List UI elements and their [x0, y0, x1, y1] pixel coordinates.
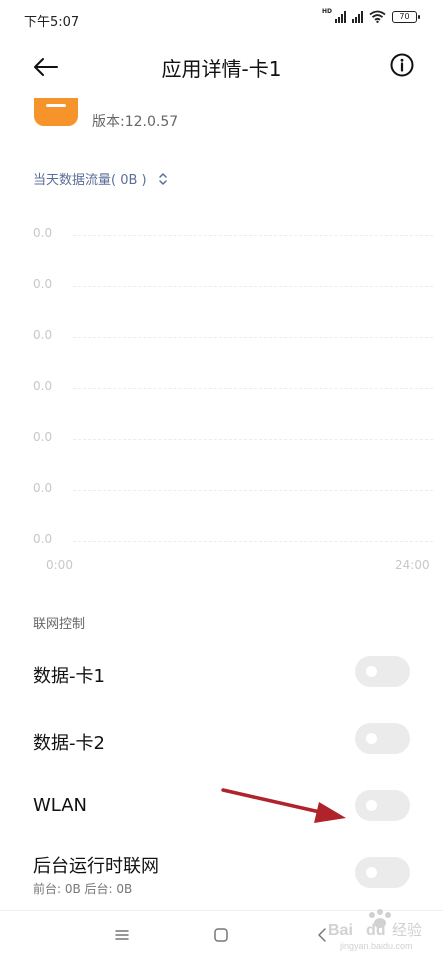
y-tick-label: 0.0: [33, 532, 53, 546]
row-label-data-sim2: 数据-卡2: [33, 733, 105, 754]
grid-line: [73, 388, 433, 389]
y-tick-label: 0.0: [33, 430, 53, 444]
svg-text:jingyan.baidu.com: jingyan.baidu.com: [339, 941, 413, 951]
wifi-icon: [369, 10, 386, 23]
signal-icon-2: [352, 10, 363, 23]
y-tick-label: 0.0: [33, 226, 53, 240]
usage-selector[interactable]: 当天数据流量( 0B ): [33, 169, 169, 188]
status-bar: 下午5:07 HD 70: [0, 0, 443, 40]
signal-icon-1: [335, 10, 346, 23]
chart-grid-row: 0.0: [33, 430, 433, 450]
toggle-data-sim1[interactable]: [355, 656, 410, 687]
hd-badge: HD: [321, 8, 332, 15]
grid-line: [73, 235, 433, 236]
row-background-network: 后台运行时联网 前台: 0B 后台: 0B: [0, 842, 443, 902]
chart-grid-row: 0.0: [33, 226, 433, 246]
app-version: 版本:12.0.57: [92, 114, 179, 130]
chart-grid-row: 0.0: [33, 328, 433, 348]
chart-grid-row: 0.0: [33, 481, 433, 501]
svg-text:经验: 经验: [392, 921, 422, 939]
section-title-network: 联网控制: [33, 617, 86, 632]
row-label-wlan: WLAN: [33, 795, 88, 816]
toggle-data-sim2[interactable]: [355, 723, 410, 754]
info-icon[interactable]: [389, 52, 415, 78]
x-tick-label: 0:00: [46, 558, 73, 572]
toggle-wlan[interactable]: [355, 790, 410, 821]
grid-line: [73, 286, 433, 287]
y-tick-label: 0.0: [33, 379, 53, 393]
x-tick-label: 24:00: [395, 558, 430, 572]
y-tick-label: 0.0: [33, 481, 53, 495]
toggle-knob: [366, 800, 377, 811]
page-title: 应用详情-卡1: [161, 57, 282, 81]
toggle-knob: [366, 666, 377, 677]
grid-line: [73, 490, 433, 491]
usage-label: 当天数据流量( 0B ): [33, 173, 147, 188]
grid-line: [73, 439, 433, 440]
row-label-background-network: 后台运行时联网: [33, 856, 159, 877]
row-label-data-sim1: 数据-卡1: [33, 666, 105, 687]
toggle-background-network[interactable]: [355, 857, 410, 888]
home-square-icon[interactable]: [209, 923, 233, 947]
annotation-arrow-icon: [221, 788, 346, 823]
row-data-sim2: 数据-卡2: [0, 709, 443, 769]
baidu-watermark-icon: Bai du 经验 jingyan.baidu.com: [328, 909, 422, 951]
status-icons: HD 70: [321, 8, 420, 23]
y-tick-label: 0.0: [33, 328, 53, 342]
y-tick-label: 0.0: [33, 277, 53, 291]
grid-line: [73, 337, 433, 338]
status-time: 下午5:07: [24, 15, 80, 30]
header: 应用详情-卡1: [0, 40, 443, 96]
chart-grid-row: 0.0: [33, 532, 433, 552]
svg-text:du: du: [366, 922, 386, 939]
toggle-knob: [366, 867, 377, 878]
grid-line: [73, 541, 433, 542]
app-icon: [34, 98, 78, 126]
chart-grid-row: 0.0: [33, 379, 433, 399]
row-sub-background-network: 前台: 0B 后台: 0B: [33, 882, 133, 896]
chart-grid-row: 0.0: [33, 277, 433, 297]
toggle-knob: [366, 733, 377, 744]
usage-chart: 0.0 0.0 0.0 0.0 0.0 0.0 0.0 0:00 24:00: [0, 220, 443, 580]
chevron-updown-icon: [158, 172, 167, 185]
battery-icon: 70: [392, 10, 420, 23]
menu-icon[interactable]: [110, 923, 134, 947]
svg-text:Bai: Bai: [328, 922, 353, 939]
row-data-sim1: 数据-卡1: [0, 642, 443, 702]
